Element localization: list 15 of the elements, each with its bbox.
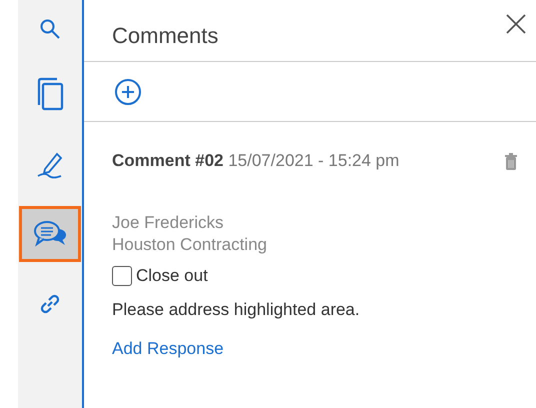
link-icon [38, 292, 62, 316]
close-out-checkbox[interactable]: Close out [112, 263, 518, 289]
add-icon[interactable] [114, 78, 142, 106]
add-response-link[interactable]: Add Response [112, 336, 224, 362]
comment-number: Comment #02 [112, 151, 224, 170]
sidebar-button[interactable] [19, 206, 81, 262]
comment-date: 15/07/2021 - 15:24 pm [228, 151, 400, 170]
company-name: Houston Contracting [112, 234, 268, 256]
panel-title: Comments [112, 22, 218, 50]
copy-icon [35, 77, 65, 111]
author-name: Joe Fredericks [112, 212, 224, 234]
comments-icon [32, 219, 68, 249]
search-icon [39, 18, 61, 40]
comment-text: Please address highlighted area. [112, 298, 361, 321]
close-icon[interactable] [504, 12, 528, 36]
